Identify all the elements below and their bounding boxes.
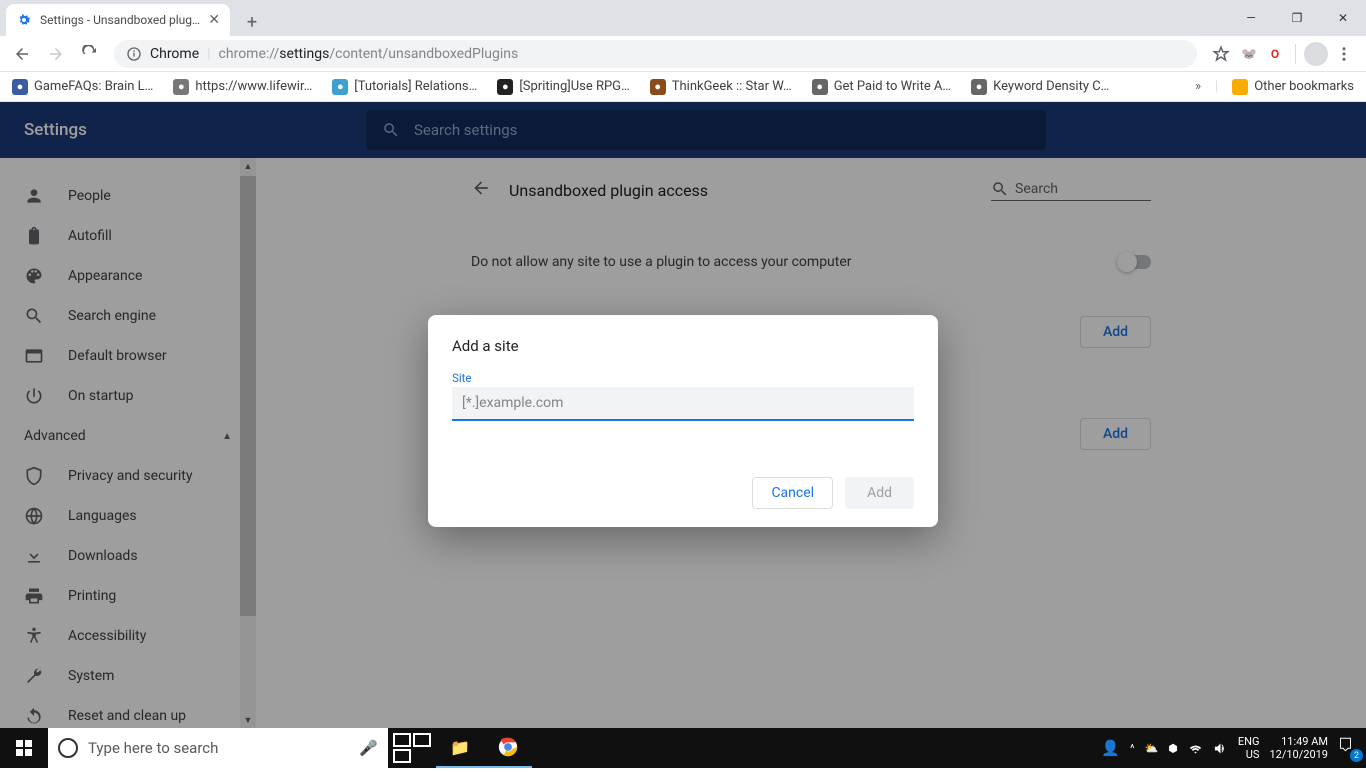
volume-icon[interactable] bbox=[1213, 741, 1228, 756]
bookmark-label: Get Paid to Write A… bbox=[834, 79, 951, 94]
info-icon bbox=[126, 46, 142, 62]
bookmark-label: https://www.lifewir… bbox=[195, 79, 312, 94]
dialog-title: Add a site bbox=[452, 337, 914, 355]
window-controls: — ❐ ✕ bbox=[1228, 0, 1366, 36]
clock[interactable]: 11:49 AM12/10/2019 bbox=[1269, 735, 1328, 761]
people-icon[interactable]: 👤 bbox=[1101, 739, 1120, 757]
task-view-button[interactable] bbox=[388, 728, 436, 768]
favicon: ● bbox=[497, 79, 513, 95]
favicon: ● bbox=[12, 79, 28, 95]
bookmark-item[interactable]: ● [Spriting]Use RPG… bbox=[497, 79, 629, 95]
bookmark-item[interactable]: ● Keyword Density C… bbox=[971, 79, 1109, 95]
bookmark-star-icon[interactable] bbox=[1207, 40, 1235, 68]
favicon: ● bbox=[650, 79, 666, 95]
forward-button[interactable] bbox=[42, 40, 70, 68]
favicon: ● bbox=[332, 79, 348, 95]
separator: | bbox=[1215, 79, 1218, 94]
bookmark-item[interactable]: ● Get Paid to Write A… bbox=[812, 79, 951, 95]
bookmark-item[interactable]: ● [Tutorials] Relations… bbox=[332, 79, 477, 95]
windows-search-input[interactable]: Type here to search 🎤 bbox=[48, 728, 388, 768]
browser-tab[interactable]: Settings - Unsandboxed plugin a ✕ bbox=[6, 4, 230, 36]
reload-button[interactable] bbox=[76, 40, 104, 68]
bookmark-label: [Tutorials] Relations… bbox=[354, 79, 477, 94]
bookmark-item[interactable]: ● https://www.lifewir… bbox=[173, 79, 312, 95]
search-placeholder: Type here to search bbox=[88, 739, 218, 757]
cancel-button[interactable]: Cancel bbox=[752, 477, 833, 509]
browser-toolbar: Chrome | chrome://settings/content/unsan… bbox=[0, 36, 1366, 72]
wifi-icon[interactable] bbox=[1188, 741, 1203, 756]
bookmark-item[interactable]: ● GameFAQs: Brain L… bbox=[12, 79, 153, 95]
add-site-dialog: Add a site Site Cancel Add bbox=[428, 315, 938, 527]
menu-icon[interactable] bbox=[1330, 40, 1358, 68]
address-bar[interactable]: Chrome | chrome://settings/content/unsan… bbox=[114, 40, 1197, 68]
start-button[interactable] bbox=[0, 728, 48, 768]
url-host: Chrome bbox=[150, 46, 199, 62]
extension-icon[interactable]: 🐭 bbox=[1237, 42, 1261, 66]
chrome-icon[interactable] bbox=[484, 728, 532, 768]
file-explorer-icon[interactable]: 📁 bbox=[436, 728, 484, 768]
favicon: ● bbox=[971, 79, 987, 95]
site-field-label: Site bbox=[452, 371, 914, 385]
profile-avatar[interactable] bbox=[1304, 42, 1328, 66]
modal-backdrop-header bbox=[0, 102, 1366, 158]
bookmarks-bar: ● GameFAQs: Brain L… ● https://www.lifewir…… bbox=[0, 72, 1366, 102]
system-tray: 👤 ^ ⛅ ⬢ ENGUS 11:49 AM12/10/2019 2 bbox=[1101, 728, 1366, 768]
add-button[interactable]: Add bbox=[845, 477, 914, 509]
bookmark-label: GameFAQs: Brain L… bbox=[34, 79, 153, 94]
bookmark-item[interactable]: ● ThinkGeek :: Star W… bbox=[650, 79, 792, 95]
new-tab-button[interactable]: + bbox=[238, 8, 266, 36]
bookmark-label: [Spriting]Use RPG… bbox=[519, 79, 629, 94]
back-button[interactable] bbox=[8, 40, 36, 68]
tray-icon[interactable]: ⛅ bbox=[1145, 742, 1159, 755]
mic-icon[interactable]: 🎤 bbox=[359, 739, 378, 757]
close-icon[interactable]: ✕ bbox=[208, 12, 220, 28]
tray-icon[interactable]: ⬢ bbox=[1168, 742, 1178, 755]
minimize-button[interactable]: — bbox=[1228, 0, 1274, 36]
bookmark-label: Keyword Density C… bbox=[993, 79, 1109, 94]
extension-icon[interactable]: O bbox=[1263, 42, 1287, 66]
separator bbox=[1295, 44, 1296, 64]
bookmark-overflow-icon[interactable]: » bbox=[1195, 79, 1201, 94]
favicon: ● bbox=[812, 79, 828, 95]
maximize-button[interactable]: ❐ bbox=[1274, 0, 1320, 36]
tab-strip: Settings - Unsandboxed plugin a ✕ + — ❐ … bbox=[0, 0, 1366, 36]
gear-icon bbox=[16, 12, 32, 28]
notifications-icon[interactable]: 2 bbox=[1338, 737, 1360, 759]
cortana-icon bbox=[58, 738, 78, 758]
windows-taskbar: Type here to search 🎤 📁 👤 ^ ⛅ ⬢ ENGUS 11… bbox=[0, 728, 1366, 768]
site-url-input[interactable] bbox=[452, 387, 914, 421]
language-indicator[interactable]: ENGUS bbox=[1238, 735, 1260, 761]
tray-chevron-icon[interactable]: ^ bbox=[1130, 742, 1135, 755]
favicon: ● bbox=[173, 79, 189, 95]
bookmark-label: ThinkGeek :: Star W… bbox=[672, 79, 792, 94]
tab-title: Settings - Unsandboxed plugin a bbox=[40, 13, 200, 27]
close-window-button[interactable]: ✕ bbox=[1320, 0, 1366, 36]
other-bookmarks[interactable]: Other bookmarks bbox=[1232, 79, 1354, 95]
